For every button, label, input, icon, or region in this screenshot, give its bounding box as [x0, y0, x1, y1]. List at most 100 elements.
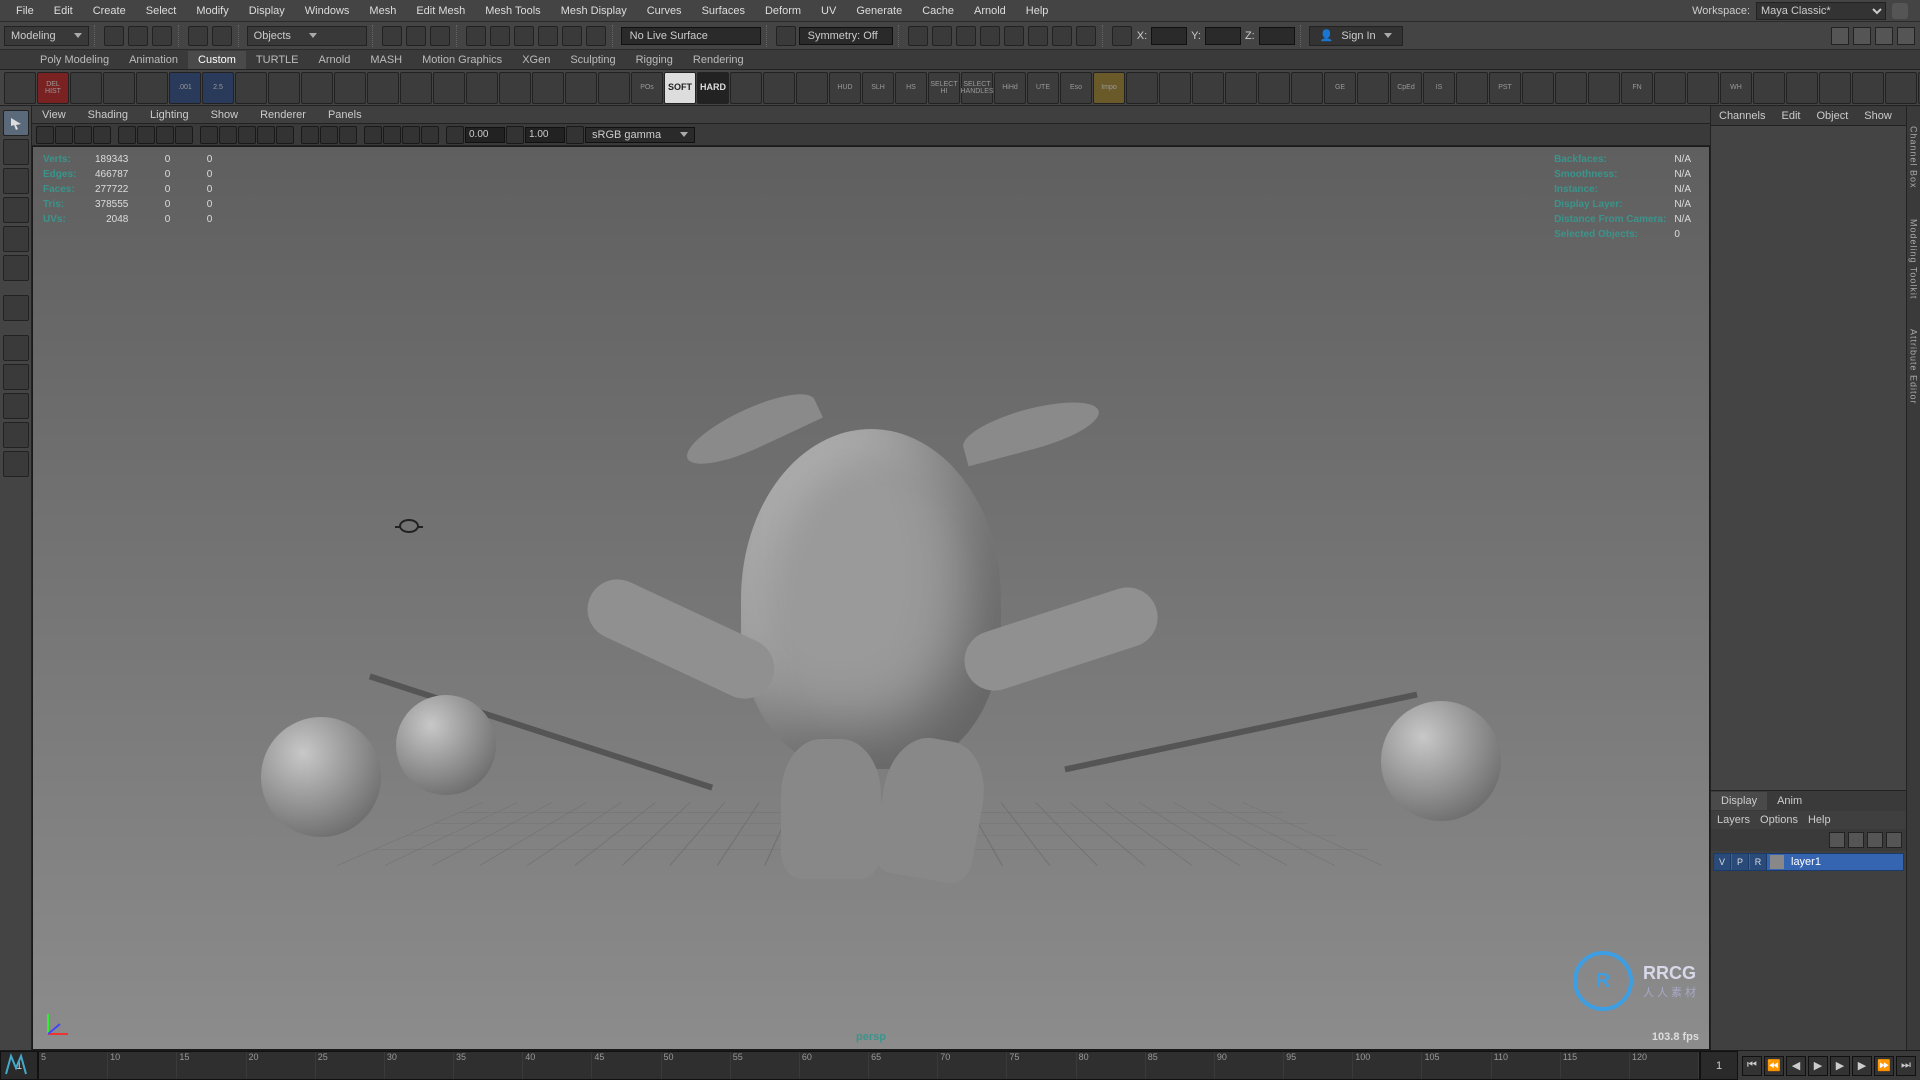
shelf-button-3[interactable]	[103, 72, 135, 104]
shelf-button-41[interactable]	[1357, 72, 1389, 104]
colorspace-dropdown[interactable]: sRGB gamma	[585, 127, 695, 143]
step-back-key-icon[interactable]: ⏪	[1764, 1056, 1784, 1076]
snap-plane-icon[interactable]	[538, 26, 558, 46]
shelf-button-5[interactable]: .001	[169, 72, 201, 104]
shelf-button-31[interactable]: UTE	[1027, 72, 1059, 104]
menu-modify[interactable]: Modify	[186, 2, 238, 20]
snap-grid-icon[interactable]	[466, 26, 486, 46]
snap-curve-icon[interactable]	[490, 26, 510, 46]
shelf-button-30[interactable]: HiHd	[994, 72, 1026, 104]
panelmenu-panels[interactable]: Panels	[324, 107, 366, 123]
layer-name[interactable]: layer1	[1789, 856, 1821, 868]
aa-icon[interactable]	[421, 126, 439, 144]
step-fwd-frame-icon[interactable]: ▶	[1852, 1056, 1872, 1076]
layer-tab-display[interactable]: Display	[1711, 792, 1767, 810]
gamma-icon[interactable]	[506, 126, 524, 144]
play-back-icon[interactable]: ▶	[1808, 1056, 1828, 1076]
menu-uv[interactable]: UV	[811, 2, 846, 20]
exposure-input[interactable]	[465, 127, 505, 143]
snap-point-icon[interactable]	[514, 26, 534, 46]
layer-menu-help[interactable]: Help	[1808, 814, 1831, 826]
shelf-button-45[interactable]: PST	[1489, 72, 1521, 104]
toggle-attr-icon[interactable]	[1853, 27, 1871, 45]
menu-mesh[interactable]: Mesh	[359, 2, 406, 20]
menuset-dropdown[interactable]: Modeling	[4, 26, 89, 46]
toggle-outliner-icon[interactable]	[1831, 27, 1849, 45]
panelmenu-renderer[interactable]: Renderer	[256, 107, 310, 123]
new-scene-icon[interactable]	[104, 26, 124, 46]
time-slider[interactable]: 5101520253035404550556065707580859095100…	[38, 1051, 1700, 1080]
panelmenu-view[interactable]: View	[38, 107, 70, 123]
layer-playback-toggle[interactable]: P	[1732, 854, 1749, 870]
rendersettings-icon[interactable]	[1052, 26, 1072, 46]
panelmenu-shading[interactable]: Shading	[84, 107, 132, 123]
render-icon[interactable]	[1004, 26, 1024, 46]
shelf-button-47[interactable]	[1555, 72, 1587, 104]
shelf-button-28[interactable]: SELECT HI	[928, 72, 960, 104]
snap-together-tool[interactable]	[3, 335, 29, 361]
shelf-tab-custom[interactable]: Custom	[188, 51, 246, 69]
shelf-button-18[interactable]	[598, 72, 630, 104]
step-fwd-key-icon[interactable]: ⏩	[1874, 1056, 1894, 1076]
shelf-button-54[interactable]	[1786, 72, 1818, 104]
shelf-tab-sculpting[interactable]: Sculpting	[560, 51, 625, 69]
shelf-button-55[interactable]	[1819, 72, 1851, 104]
goto-end-icon[interactable]: ⏭	[1896, 1056, 1916, 1076]
2dpan-icon[interactable]	[93, 126, 111, 144]
select-tool[interactable]	[3, 110, 29, 136]
viewport-persp[interactable]: Verts:18934300Edges:46678700Faces:277722…	[32, 146, 1710, 1050]
toggle-tool-icon[interactable]	[1875, 27, 1893, 45]
shelf-button-22[interactable]	[730, 72, 762, 104]
select-by-type-dropdown[interactable]: Objects	[247, 26, 367, 46]
gamma-input[interactable]	[525, 127, 565, 143]
shelf-tab-mash[interactable]: MASH	[360, 51, 412, 69]
shelf-button-23[interactable]	[763, 72, 795, 104]
layer-color-swatch[interactable]	[1770, 855, 1784, 869]
open-scene-icon[interactable]	[128, 26, 148, 46]
scale-tool[interactable]	[3, 255, 29, 281]
shelf-button-11[interactable]	[367, 72, 399, 104]
z-input[interactable]	[1259, 27, 1295, 45]
shelf-button-43[interactable]: IS	[1423, 72, 1455, 104]
paint-select-tool[interactable]	[3, 168, 29, 194]
shelf-tab-poly-modeling[interactable]: Poly Modeling	[30, 51, 119, 69]
shelf-button-56[interactable]	[1852, 72, 1884, 104]
layer-new-selected-icon[interactable]	[1886, 832, 1902, 848]
menu-deform[interactable]: Deform	[755, 2, 811, 20]
shelf-tab-motion-graphics[interactable]: Motion Graphics	[412, 51, 512, 69]
menu-mesh-tools[interactable]: Mesh Tools	[475, 2, 550, 20]
shelf-button-14[interactable]	[466, 72, 498, 104]
shelf-button-42[interactable]: CpEd	[1390, 72, 1422, 104]
isolate-icon[interactable]	[301, 126, 319, 144]
sidestrip-modeling[interactable]: Modeling Toolkit	[1909, 219, 1919, 299]
menu-mesh-display[interactable]: Mesh Display	[551, 2, 637, 20]
shelf-button-29[interactable]: SELECT HANDLES	[961, 72, 993, 104]
exposure-icon[interactable]	[446, 126, 464, 144]
menu-windows[interactable]: Windows	[295, 2, 360, 20]
shelf-button-8[interactable]	[268, 72, 300, 104]
live-surface-dropdown[interactable]: No Live Surface	[621, 27, 761, 45]
menu-surfaces[interactable]: Surfaces	[692, 2, 755, 20]
chbox-tab-show[interactable]: Show	[1856, 107, 1900, 125]
layer-menu-options[interactable]: Options	[1760, 814, 1798, 826]
account-signin[interactable]: 👤 Sign In	[1309, 26, 1403, 46]
xray-icon[interactable]	[320, 126, 338, 144]
shelf-button-0[interactable]	[4, 72, 36, 104]
shelf-button-52[interactable]: WH	[1720, 72, 1752, 104]
workspace-dropdown[interactable]: Maya Classic*	[1756, 2, 1886, 20]
shelf-button-39[interactable]	[1291, 72, 1323, 104]
hist-icon[interactable]	[908, 26, 928, 46]
shelf-button-27[interactable]: HS	[895, 72, 927, 104]
selmode2-icon[interactable]	[406, 26, 426, 46]
dof-icon[interactable]	[402, 126, 420, 144]
symmetry-dropdown[interactable]: Symmetry: Off	[799, 27, 893, 45]
resgate-icon[interactable]	[156, 126, 174, 144]
lasso-tool[interactable]	[3, 139, 29, 165]
shelf-button-37[interactable]	[1225, 72, 1257, 104]
snap-view-icon[interactable]	[562, 26, 582, 46]
shelf-button-17[interactable]	[565, 72, 597, 104]
shelf-button-10[interactable]	[334, 72, 366, 104]
shelf-button-49[interactable]: FN	[1621, 72, 1653, 104]
gatemask-icon[interactable]	[175, 126, 193, 144]
workspace-gear-icon[interactable]	[1892, 3, 1908, 19]
